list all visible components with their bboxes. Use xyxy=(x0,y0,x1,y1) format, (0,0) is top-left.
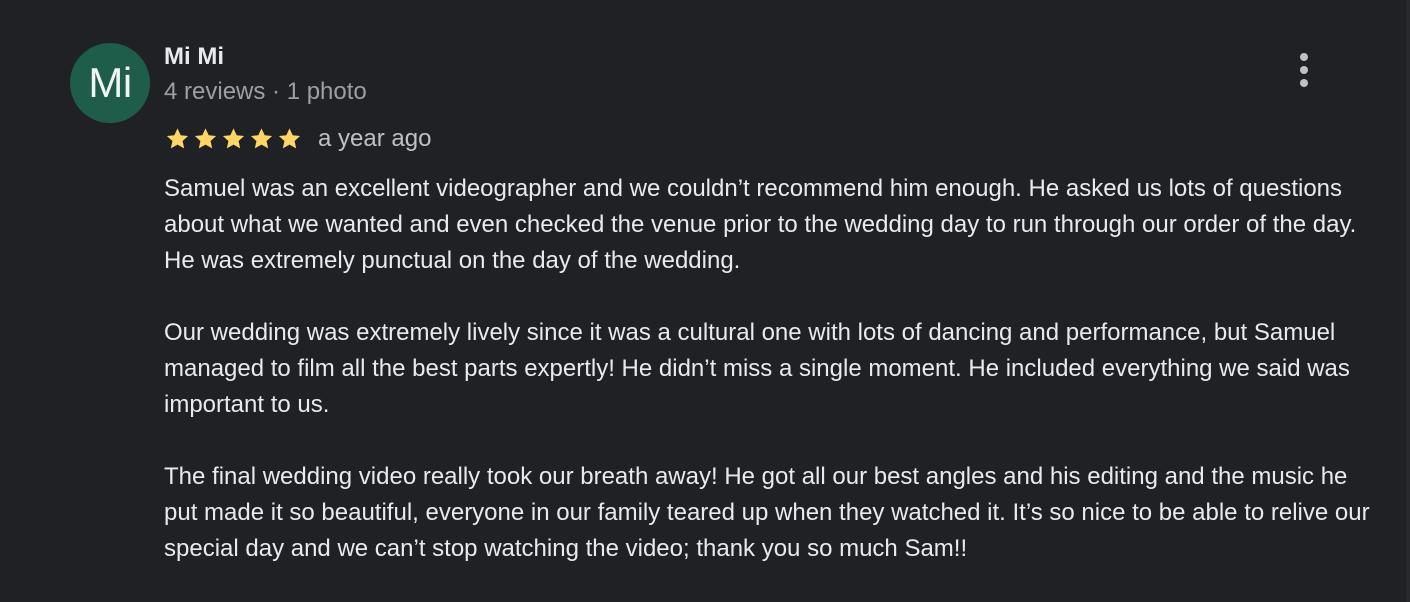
rating-row: a year ago xyxy=(164,123,431,155)
reviewer-name[interactable]: Mi Mi xyxy=(164,42,224,72)
review-text: Samuel was an excellent videographer and… xyxy=(164,171,1374,567)
review-card: Mi Mi Mi 4 reviews · 1 photo a year ago … xyxy=(0,0,1410,602)
reviewer-meta: 4 reviews · 1 photo xyxy=(164,78,367,105)
more-options-button[interactable] xyxy=(1284,50,1324,90)
avatar[interactable]: Mi xyxy=(70,43,150,123)
review-date: a year ago xyxy=(318,125,432,152)
more-vert-icon xyxy=(1300,53,1308,61)
star-icon xyxy=(166,128,189,149)
review-paragraph: Our wedding was extremely lively since i… xyxy=(164,319,1357,418)
more-vert-icon-dot xyxy=(1300,66,1308,74)
review-paragraph: The final wedding video really took our … xyxy=(164,463,1377,562)
star-icon xyxy=(250,128,273,149)
more-vert-icon-dot xyxy=(1300,79,1308,87)
review-paragraph: Samuel was an excellent videographer and… xyxy=(164,175,1370,274)
scrollbar-track xyxy=(1406,0,1410,602)
star-icon xyxy=(222,128,245,149)
star-icon xyxy=(278,128,301,149)
star-icon xyxy=(194,128,217,149)
star-rating xyxy=(164,126,304,152)
